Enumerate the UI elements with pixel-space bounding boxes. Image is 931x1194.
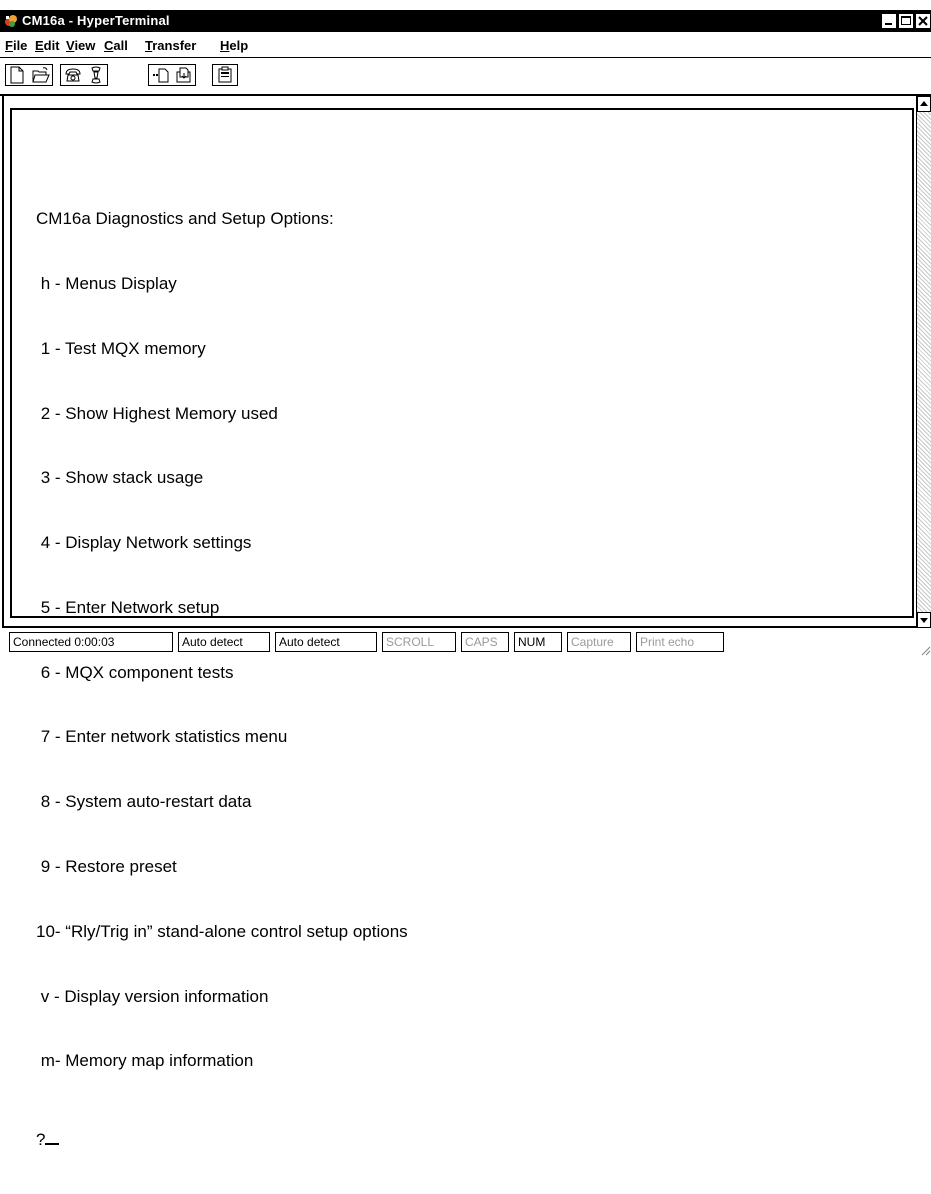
menu-help-label: elp — [229, 38, 249, 53]
toolbar-group-file — [5, 64, 53, 86]
resize-grip-icon[interactable] — [919, 644, 931, 656]
menu-help-key: H — [220, 38, 230, 53]
terminal-line: 1 - Test MQX memory — [36, 338, 206, 358]
scroll-up-button[interactable] — [917, 96, 931, 112]
connect-icon — [65, 68, 81, 82]
minimize-icon — [882, 14, 896, 28]
hyperterminal-app-icon[interactable] — [3, 13, 19, 29]
new-button[interactable] — [6, 65, 29, 85]
status-caps: CAPS — [461, 632, 509, 652]
window-title: CM16a - HyperTerminal — [22, 13, 170, 28]
terminal-line: 5 - Enter Network setup — [36, 597, 220, 617]
toolbar-group-transfer — [148, 64, 196, 86]
menu-file-label: ile — [12, 38, 28, 53]
status-bar: Connected 0:00:03 Auto detect Auto detec… — [0, 630, 931, 656]
terminal-line: 2 - Show Highest Memory used — [36, 403, 278, 423]
status-connected: Connected 0:00:03 — [9, 632, 173, 652]
menu-edit[interactable]: Edit — [35, 38, 60, 53]
menu-help[interactable]: Help — [220, 38, 248, 53]
terminal-line: 7 - Enter network statistics menu — [36, 727, 288, 747]
hyperterminal-window: CM16a - HyperTerminal File Edit View Cal… — [0, 0, 931, 1149]
send-button[interactable] — [149, 65, 172, 85]
terminal-prompt-line: ? — [36, 1129, 408, 1151]
menu-view[interactable]: View — [66, 38, 95, 53]
scroll-down-icon — [920, 618, 928, 623]
toolbar-bottom-divider — [0, 94, 931, 96]
text-cursor — [45, 1129, 60, 1146]
minimize-button[interactable] — [881, 13, 897, 29]
terminal-line: v - Display version information — [36, 986, 269, 1006]
properties-button[interactable] — [213, 65, 236, 85]
new-icon — [10, 66, 24, 84]
menu-view-label: iew — [74, 38, 96, 53]
receive-button[interactable] — [172, 65, 195, 85]
terminal-line: 6 - MQX component tests — [36, 662, 234, 682]
terminal-screen[interactable]: CM16a Diagnostics and Setup Options: h -… — [10, 108, 914, 1149]
maximize-icon — [899, 14, 913, 28]
scroll-down-button[interactable] — [917, 612, 931, 628]
terminal-frame-left — [2, 96, 4, 628]
status-detect-1: Auto detect — [178, 632, 270, 652]
terminal-line: 4 - Display Network settings — [36, 533, 252, 553]
menu-call-label: all — [113, 38, 128, 53]
disconnect-icon — [91, 66, 101, 84]
menu-call[interactable]: Call — [104, 38, 128, 53]
title-bar[interactable]: CM16a - HyperTerminal — [0, 10, 931, 32]
disconnect-button[interactable] — [84, 65, 107, 85]
terminal-line: 3 - Show stack usage — [36, 468, 204, 488]
status-num: NUM — [514, 632, 562, 652]
status-scroll: SCROLL — [382, 632, 456, 652]
menu-edit-key: E — [35, 38, 44, 53]
maximize-button[interactable] — [898, 13, 914, 29]
terminal-line: CM16a Diagnostics and Setup Options: — [36, 209, 334, 229]
terminal-line: 8 - System auto-restart data — [36, 792, 252, 812]
menu-file[interactable]: File — [5, 38, 27, 53]
terminal-line: 10- “Rly/Trig in” stand-alone control se… — [36, 921, 408, 941]
status-capture: Capture — [567, 632, 631, 652]
menu-transfer[interactable]: Transfer — [145, 38, 196, 53]
status-detect-2: Auto detect — [275, 632, 377, 652]
menu-call-key: C — [104, 38, 114, 53]
menu-transfer-label: ransfer — [152, 38, 197, 53]
send-icon — [153, 68, 169, 83]
menu-file-key: F — [5, 38, 13, 53]
menu-edit-label: dit — [43, 38, 60, 53]
receive-icon — [176, 67, 191, 83]
open-button[interactable] — [29, 65, 52, 85]
properties-icon — [218, 66, 232, 83]
close-button[interactable] — [915, 13, 931, 29]
toolbar-group-call — [60, 64, 108, 86]
menu-bar: File Edit View Call Transfer Help — [0, 34, 931, 56]
vertical-scrollbar[interactable] — [916, 96, 931, 628]
terminal-line: m- Memory map information — [36, 1051, 254, 1071]
terminal-line: 9 - Restore preset — [36, 857, 177, 876]
status-print-echo: Print echo — [636, 632, 724, 652]
terminal-line: h - Menus Display — [36, 273, 177, 293]
terminal-prompt: ? — [36, 1130, 46, 1150]
toolbar-group-properties — [212, 64, 238, 86]
close-icon — [916, 14, 930, 28]
toolbar — [0, 58, 931, 94]
scroll-up-icon — [920, 101, 928, 106]
connect-button[interactable] — [61, 65, 84, 85]
open-icon — [32, 67, 50, 83]
terminal-text: CM16a Diagnostics and Setup Options: h -… — [36, 165, 408, 1194]
